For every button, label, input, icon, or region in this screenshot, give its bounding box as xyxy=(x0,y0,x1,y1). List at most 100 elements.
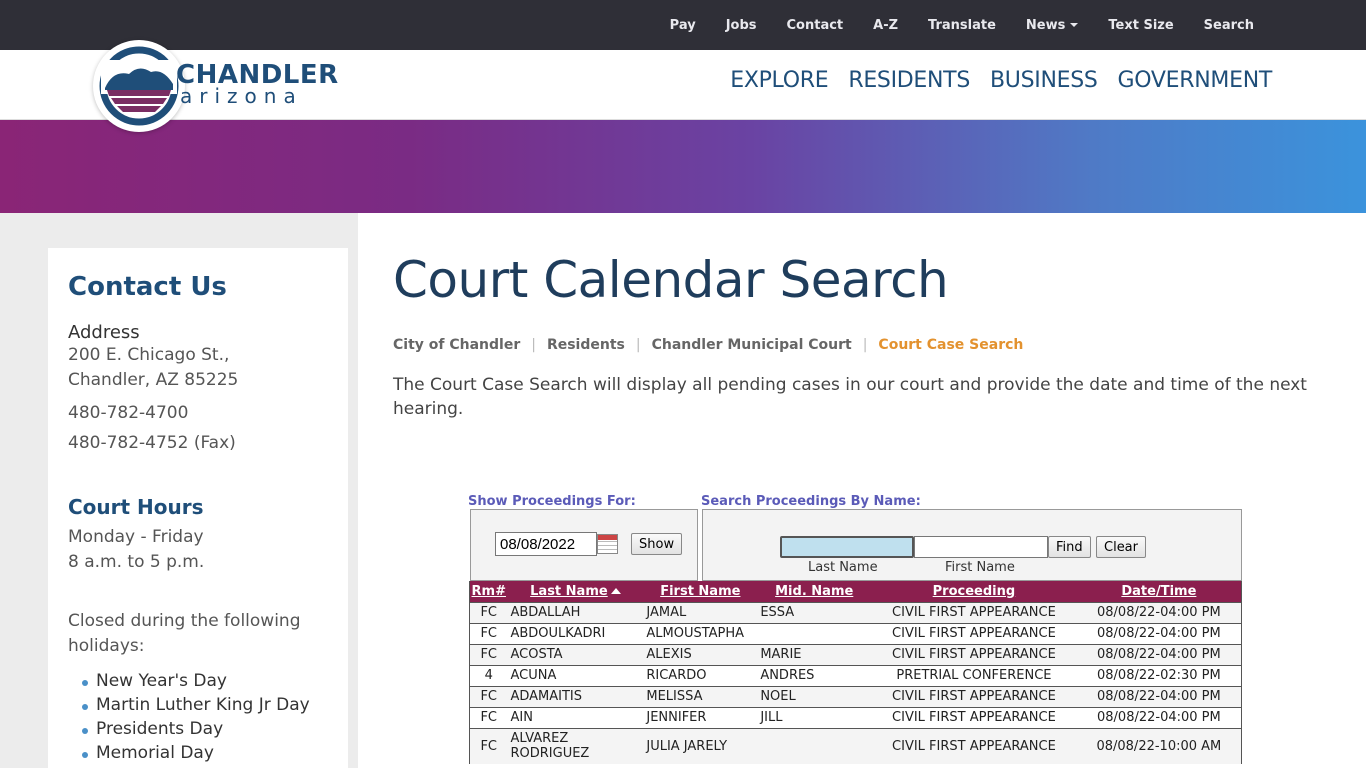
cell-middle-name: NOEL xyxy=(757,685,872,707)
main-nav-residents[interactable]: RESIDENTS xyxy=(848,68,970,93)
cell-middle-name xyxy=(757,622,872,644)
court-hours-days: Monday - Friday xyxy=(68,527,204,547)
utility-link-jobs[interactable]: Jobs xyxy=(726,18,757,33)
table-row: 4 ACUNA RICARDO ANDRES PRETRIAL CONFEREN… xyxy=(469,664,1242,686)
address-line-1: 200 E. Chicago St., xyxy=(68,345,230,365)
cell-first-name: JAMAL xyxy=(643,601,758,623)
col-header-first-name[interactable]: First Name xyxy=(643,581,758,602)
name-search-panel: Find Clear Last Name First Name xyxy=(702,509,1242,581)
col-header-proceeding[interactable]: Proceeding xyxy=(871,581,1077,602)
table-row: FC ACOSTA ALEXIS MARIE CIVIL FIRST APPEA… xyxy=(469,643,1242,665)
cell-first-name: ALMOUSTAPHA xyxy=(643,622,758,644)
address-label: Address xyxy=(68,322,140,343)
cell-date-time: 08/08/22-02:30 PM xyxy=(1076,664,1242,686)
col-header-room[interactable]: Rm# xyxy=(469,581,508,602)
city-logo-icon[interactable] xyxy=(93,40,185,132)
breadcrumb-court[interactable]: Chandler Municipal Court xyxy=(652,337,852,353)
fax-number: 480-782-4752 (Fax) xyxy=(68,433,236,453)
cell-proceeding: CIVIL FIRST APPEARANCE xyxy=(871,643,1077,665)
court-hours-title: Court Hours xyxy=(68,495,204,519)
utility-link-news[interactable]: News xyxy=(1025,17,1079,33)
list-item: Presidents Day xyxy=(82,717,328,741)
utility-link-pay[interactable]: Pay xyxy=(670,18,696,33)
cell-last-name: ACOSTA xyxy=(507,643,644,665)
breadcrumb-residents[interactable]: Residents xyxy=(547,337,625,353)
cell-first-name: JENNIFER xyxy=(643,706,758,728)
list-item: New Year's Day xyxy=(82,669,328,693)
intro-text: The Court Case Search will display all p… xyxy=(393,375,1307,419)
chevron-down-icon xyxy=(1070,23,1079,27)
main-nav-government[interactable]: GOVERNMENT xyxy=(1118,68,1273,93)
last-name-caption: Last Name xyxy=(808,560,878,575)
cell-proceeding: CIVIL FIRST APPEARANCE xyxy=(871,601,1077,623)
col-header-last-name[interactable]: Last Name xyxy=(507,581,644,602)
cell-date-time: 08/08/22-04:00 PM xyxy=(1076,643,1242,665)
cell-first-name: ALEXIS xyxy=(643,643,758,665)
calendar-icon[interactable] xyxy=(597,534,618,554)
utility-link-news-label: News xyxy=(1025,17,1066,33)
address-line-2: Chandler, AZ 85225 xyxy=(68,370,239,390)
main-nav-explore[interactable]: EXPLORE xyxy=(730,68,828,93)
holidays-intro: Closed during the following holidays: xyxy=(68,611,301,656)
utility-link-search[interactable]: Search xyxy=(1204,18,1254,33)
results-table: Rm# Last Name First Name Mid. Name Proce… xyxy=(469,581,1242,764)
cell-last-name: ABDALLAH xyxy=(507,601,644,623)
col-header-middle-name[interactable]: Mid. Name xyxy=(757,581,872,602)
logo-text-sub[interactable]: arizona xyxy=(180,84,303,108)
last-name-input[interactable] xyxy=(780,536,914,558)
first-name-input[interactable] xyxy=(914,536,1048,558)
cell-middle-name: JILL xyxy=(757,706,872,728)
show-button[interactable]: Show xyxy=(631,533,683,555)
show-proceedings-label: Show Proceedings For: xyxy=(468,494,636,509)
main-nav-business[interactable]: BUSINESS xyxy=(990,68,1098,93)
cell-last-name: ADAMAITIS xyxy=(507,685,644,707)
list-item: Martin Luther King Jr Day xyxy=(82,693,328,717)
cell-date-time: 08/08/22-04:00 PM xyxy=(1076,685,1242,707)
utility-link-contact[interactable]: Contact xyxy=(787,18,844,33)
cell-room: 4 xyxy=(469,664,508,686)
cell-last-name: ALVAREZ RODRIGUEZ xyxy=(507,727,644,764)
cell-first-name: RICARDO xyxy=(643,664,758,686)
find-button[interactable]: Find xyxy=(1048,536,1091,558)
first-name-caption: First Name xyxy=(945,560,1015,575)
cell-middle-name: ESSA xyxy=(757,601,872,623)
utility-link-translate[interactable]: Translate xyxy=(928,18,996,33)
phone-link[interactable]: 480-782-4700 xyxy=(68,403,328,423)
utility-bar: Pay Jobs Contact A-Z Translate News Text… xyxy=(0,0,1366,50)
cell-proceeding: CIVIL FIRST APPEARANCE xyxy=(871,706,1077,728)
main-content: Court Calendar Search City of Chandler |… xyxy=(358,213,1366,768)
sidebar-title: Contact Us xyxy=(68,272,227,302)
utility-nav: Pay Jobs Contact A-Z Translate News Text… xyxy=(640,0,1254,50)
cell-first-name: MELISSA xyxy=(643,685,758,707)
breadcrumb-city[interactable]: City of Chandler xyxy=(393,337,520,353)
date-search-panel: Show xyxy=(470,509,698,581)
cell-date-time: 08/08/22-04:00 PM xyxy=(1076,622,1242,644)
table-row: FC AIN JENNIFER JILL CIVIL FIRST APPEARA… xyxy=(469,706,1242,728)
holiday-list: New Year's Day Martin Luther King Jr Day… xyxy=(68,669,328,765)
utility-link-a-z[interactable]: A-Z xyxy=(873,18,898,33)
list-item: Memorial Day xyxy=(82,741,328,765)
cell-room: FC xyxy=(469,706,508,728)
cell-middle-name xyxy=(757,727,872,764)
cell-last-name: ABDOULKADRI xyxy=(507,622,644,644)
cell-room: FC xyxy=(469,727,508,764)
cell-middle-name: MARIE xyxy=(757,643,872,665)
col-header-date-time[interactable]: Date/Time xyxy=(1076,581,1242,602)
breadcrumb: City of Chandler | Residents | Chandler … xyxy=(393,337,1023,353)
cell-middle-name: ANDRES xyxy=(757,664,872,686)
cell-date-time: 08/08/22-10:00 AM xyxy=(1076,727,1242,764)
clear-button[interactable]: Clear xyxy=(1096,536,1146,558)
cell-room: FC xyxy=(469,643,508,665)
table-row: FC ALVAREZ RODRIGUEZ JULIA JARELY CIVIL … xyxy=(469,727,1242,764)
cell-date-time: 08/08/22-04:00 PM xyxy=(1076,706,1242,728)
sort-ascending-icon xyxy=(610,587,621,594)
breadcrumb-separator: | xyxy=(635,337,641,353)
cell-room: FC xyxy=(469,622,508,644)
cell-last-name: AIN xyxy=(507,706,644,728)
utility-link-text-size[interactable]: Text Size xyxy=(1108,18,1173,33)
date-input[interactable] xyxy=(495,532,597,556)
cell-proceeding: CIVIL FIRST APPEARANCE xyxy=(871,685,1077,707)
cell-date-time: 08/08/22-04:00 PM xyxy=(1076,601,1242,623)
breadcrumb-current: Court Case Search xyxy=(878,337,1024,353)
search-by-name-label: Search Proceedings By Name: xyxy=(701,494,921,509)
